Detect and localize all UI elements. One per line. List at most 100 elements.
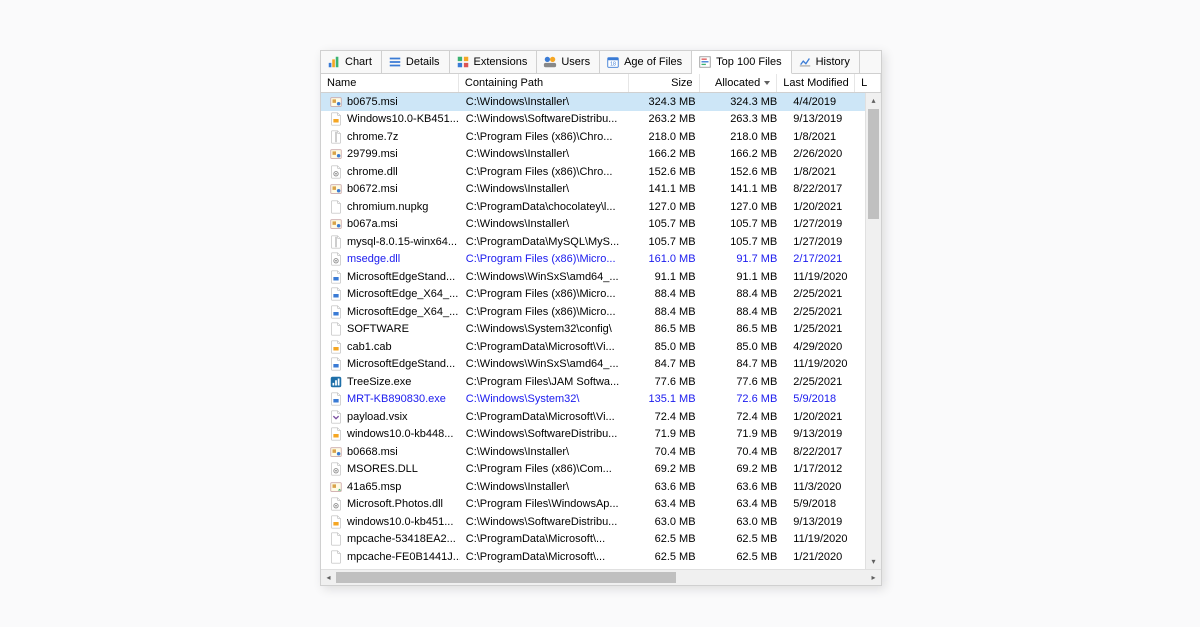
- file-name: mpcache-FE0B1441J...: [347, 551, 460, 563]
- file-row[interactable]: windows10.0-kb448...C:\Windows\SoftwareD…: [321, 426, 865, 444]
- cab-icon: [329, 515, 343, 529]
- file-row[interactable]: 41a65.mspC:\Windows\Installer\63.6 MB63.…: [321, 478, 865, 496]
- file-row[interactable]: Microsoft.Photos.dllC:\Program Files\Win…: [321, 496, 865, 514]
- file-allocated: 86.5 MB: [706, 323, 788, 335]
- file-row[interactable]: chrome.dllC:\Program Files (x86)\Chro...…: [321, 163, 865, 181]
- archive-icon: [329, 235, 343, 249]
- file-row[interactable]: MicrosoftEdgeStand...C:\Windows\WinSxS\a…: [321, 268, 865, 286]
- vertical-scrollbar[interactable]: ▴ ▾: [865, 93, 881, 569]
- chart-icon: [327, 55, 341, 69]
- file-row[interactable]: b0672.msiC:\Windows\Installer\141.1 MB14…: [321, 181, 865, 199]
- file-icon: [329, 322, 343, 336]
- tab-chart[interactable]: Chart: [321, 51, 382, 73]
- file-allocated: 105.7 MB: [706, 218, 788, 230]
- scroll-down-icon[interactable]: ▾: [866, 554, 881, 569]
- file-path: C:\ProgramData\MySQL\MyS...: [460, 236, 632, 248]
- tab-extensions[interactable]: Extensions: [450, 51, 538, 73]
- file-path: C:\Windows\Installer\: [460, 96, 632, 108]
- file-path: C:\Windows\SoftwareDistribu...: [460, 428, 632, 440]
- file-modified: 1/21/2020: [787, 551, 865, 563]
- file-row[interactable]: b0675.msiC:\Windows\Installer\324.3 MB32…: [321, 93, 865, 111]
- file-allocated: 88.4 MB: [706, 306, 788, 318]
- file-size: 127.0 MB: [631, 201, 705, 213]
- file-name: chrome.7z: [347, 131, 398, 143]
- scroll-up-icon[interactable]: ▴: [866, 93, 881, 108]
- file-allocated: 77.6 MB: [706, 376, 788, 388]
- file-allocated: 166.2 MB: [706, 148, 788, 160]
- file-row[interactable]: MicrosoftEdgeStand...C:\Windows\WinSxS\a…: [321, 356, 865, 374]
- file-size: 263.2 MB: [631, 113, 705, 125]
- file-row[interactable]: chrome.7zC:\Program Files (x86)\Chro...2…: [321, 128, 865, 146]
- file-name: Microsoft.Photos.dll: [347, 498, 443, 510]
- file-size: 63.4 MB: [631, 498, 705, 510]
- tab-details[interactable]: Details: [382, 51, 450, 73]
- file-row[interactable]: TreeSize.exeC:\Program Files\JAM Softwa.…: [321, 373, 865, 391]
- msi-icon: [329, 217, 343, 231]
- file-row[interactable]: payload.vsixC:\ProgramData\Microsoft\Vi.…: [321, 408, 865, 426]
- file-row[interactable]: MRT-KB890830.exeC:\Windows\System32\135.…: [321, 391, 865, 409]
- cab-icon: [329, 427, 343, 441]
- scroll-thumb[interactable]: [868, 109, 879, 219]
- file-modified: 1/8/2021: [787, 131, 865, 143]
- dll-icon: [329, 252, 343, 266]
- file-row[interactable]: MicrosoftEdge_X64_...C:\Program Files (x…: [321, 303, 865, 321]
- file-row[interactable]: cab1.cabC:\ProgramData\Microsoft\Vi...85…: [321, 338, 865, 356]
- tab-top-100-files[interactable]: Top 100 Files: [692, 51, 791, 74]
- file-size: 105.7 MB: [631, 218, 705, 230]
- file-path: C:\Windows\WinSxS\amd64_...: [460, 358, 632, 370]
- file-modified: 1/17/2012: [787, 463, 865, 475]
- file-modified: 1/20/2021: [787, 411, 865, 423]
- scroll-right-icon[interactable]: ▸: [866, 570, 881, 585]
- vsix-icon: [329, 410, 343, 424]
- tab-history[interactable]: History: [792, 51, 860, 73]
- file-row[interactable]: mysql-8.0.15-winx64...C:\ProgramData\MyS…: [321, 233, 865, 251]
- file-size: 166.2 MB: [631, 148, 705, 160]
- col-allocated[interactable]: Allocated: [700, 74, 778, 92]
- col-modified[interactable]: Last Modified: [777, 74, 855, 92]
- scroll-left-icon[interactable]: ◂: [321, 570, 336, 585]
- tab-label: Users: [561, 56, 590, 68]
- file-name: b067a.msi: [347, 218, 398, 230]
- col-last[interactable]: L: [855, 74, 881, 92]
- file-modified: 11/19/2020: [787, 271, 865, 283]
- file-name: cab1.cab: [347, 341, 392, 353]
- file-row[interactable]: windows10.0-kb451...C:\Windows\SoftwareD…: [321, 513, 865, 531]
- file-row[interactable]: MicrosoftEdge_X64_...C:\Program Files (x…: [321, 286, 865, 304]
- file-row[interactable]: chromium.nupkgC:\ProgramData\chocolatey\…: [321, 198, 865, 216]
- file-allocated: 91.7 MB: [706, 253, 788, 265]
- file-size: 86.5 MB: [631, 323, 705, 335]
- cab-icon: [329, 112, 343, 126]
- age-icon: 18: [606, 55, 620, 69]
- col-size[interactable]: Size: [629, 74, 699, 92]
- file-row[interactable]: 29799.msiC:\Windows\Installer\166.2 MB16…: [321, 146, 865, 164]
- file-path: C:\Program Files\JAM Softwa...: [460, 376, 632, 388]
- file-row[interactable]: msedge.dllC:\Program Files (x86)\Micro..…: [321, 251, 865, 269]
- file-row[interactable]: b0668.msiC:\Windows\Installer\70.4 MB70.…: [321, 443, 865, 461]
- file-path: C:\Windows\Installer\: [460, 481, 632, 493]
- file-row[interactable]: b067a.msiC:\Windows\Installer\105.7 MB10…: [321, 216, 865, 234]
- file-size: 161.0 MB: [631, 253, 705, 265]
- file-list[interactable]: b0675.msiC:\Windows\Installer\324.3 MB32…: [321, 93, 865, 566]
- msi-icon: [329, 445, 343, 459]
- file-row[interactable]: mpcache-FE0B1441J...C:\ProgramData\Micro…: [321, 548, 865, 566]
- file-row[interactable]: Windows10.0-KB451...C:\Windows\SoftwareD…: [321, 111, 865, 129]
- file-size: 70.4 MB: [631, 446, 705, 458]
- file-row[interactable]: SOFTWAREC:\Windows\System32\config\86.5 …: [321, 321, 865, 339]
- file-modified: 9/13/2019: [787, 428, 865, 440]
- file-row[interactable]: mpcache-53418EA2...C:\ProgramData\Micros…: [321, 531, 865, 549]
- col-name[interactable]: Name: [321, 74, 459, 92]
- file-size: 324.3 MB: [631, 96, 705, 108]
- archive-icon: [329, 130, 343, 144]
- tab-age-of-files[interactable]: 18Age of Files: [600, 51, 692, 73]
- file-row[interactable]: MSORES.DLLC:\Program Files (x86)\Com...6…: [321, 461, 865, 479]
- file-path: C:\Windows\SoftwareDistribu...: [460, 516, 632, 528]
- file-modified: 11/3/2020: [787, 481, 865, 493]
- file-path: C:\Program Files (x86)\Chro...: [460, 166, 632, 178]
- file-allocated: 72.6 MB: [706, 393, 788, 405]
- file-modified: 5/9/2018: [787, 393, 865, 405]
- horizontal-scrollbar[interactable]: ◂ ▸: [321, 569, 881, 585]
- hscroll-thumb[interactable]: [336, 572, 676, 583]
- tab-users[interactable]: Users: [537, 51, 600, 73]
- file-name: b0672.msi: [347, 183, 398, 195]
- col-path[interactable]: Containing Path: [459, 74, 629, 92]
